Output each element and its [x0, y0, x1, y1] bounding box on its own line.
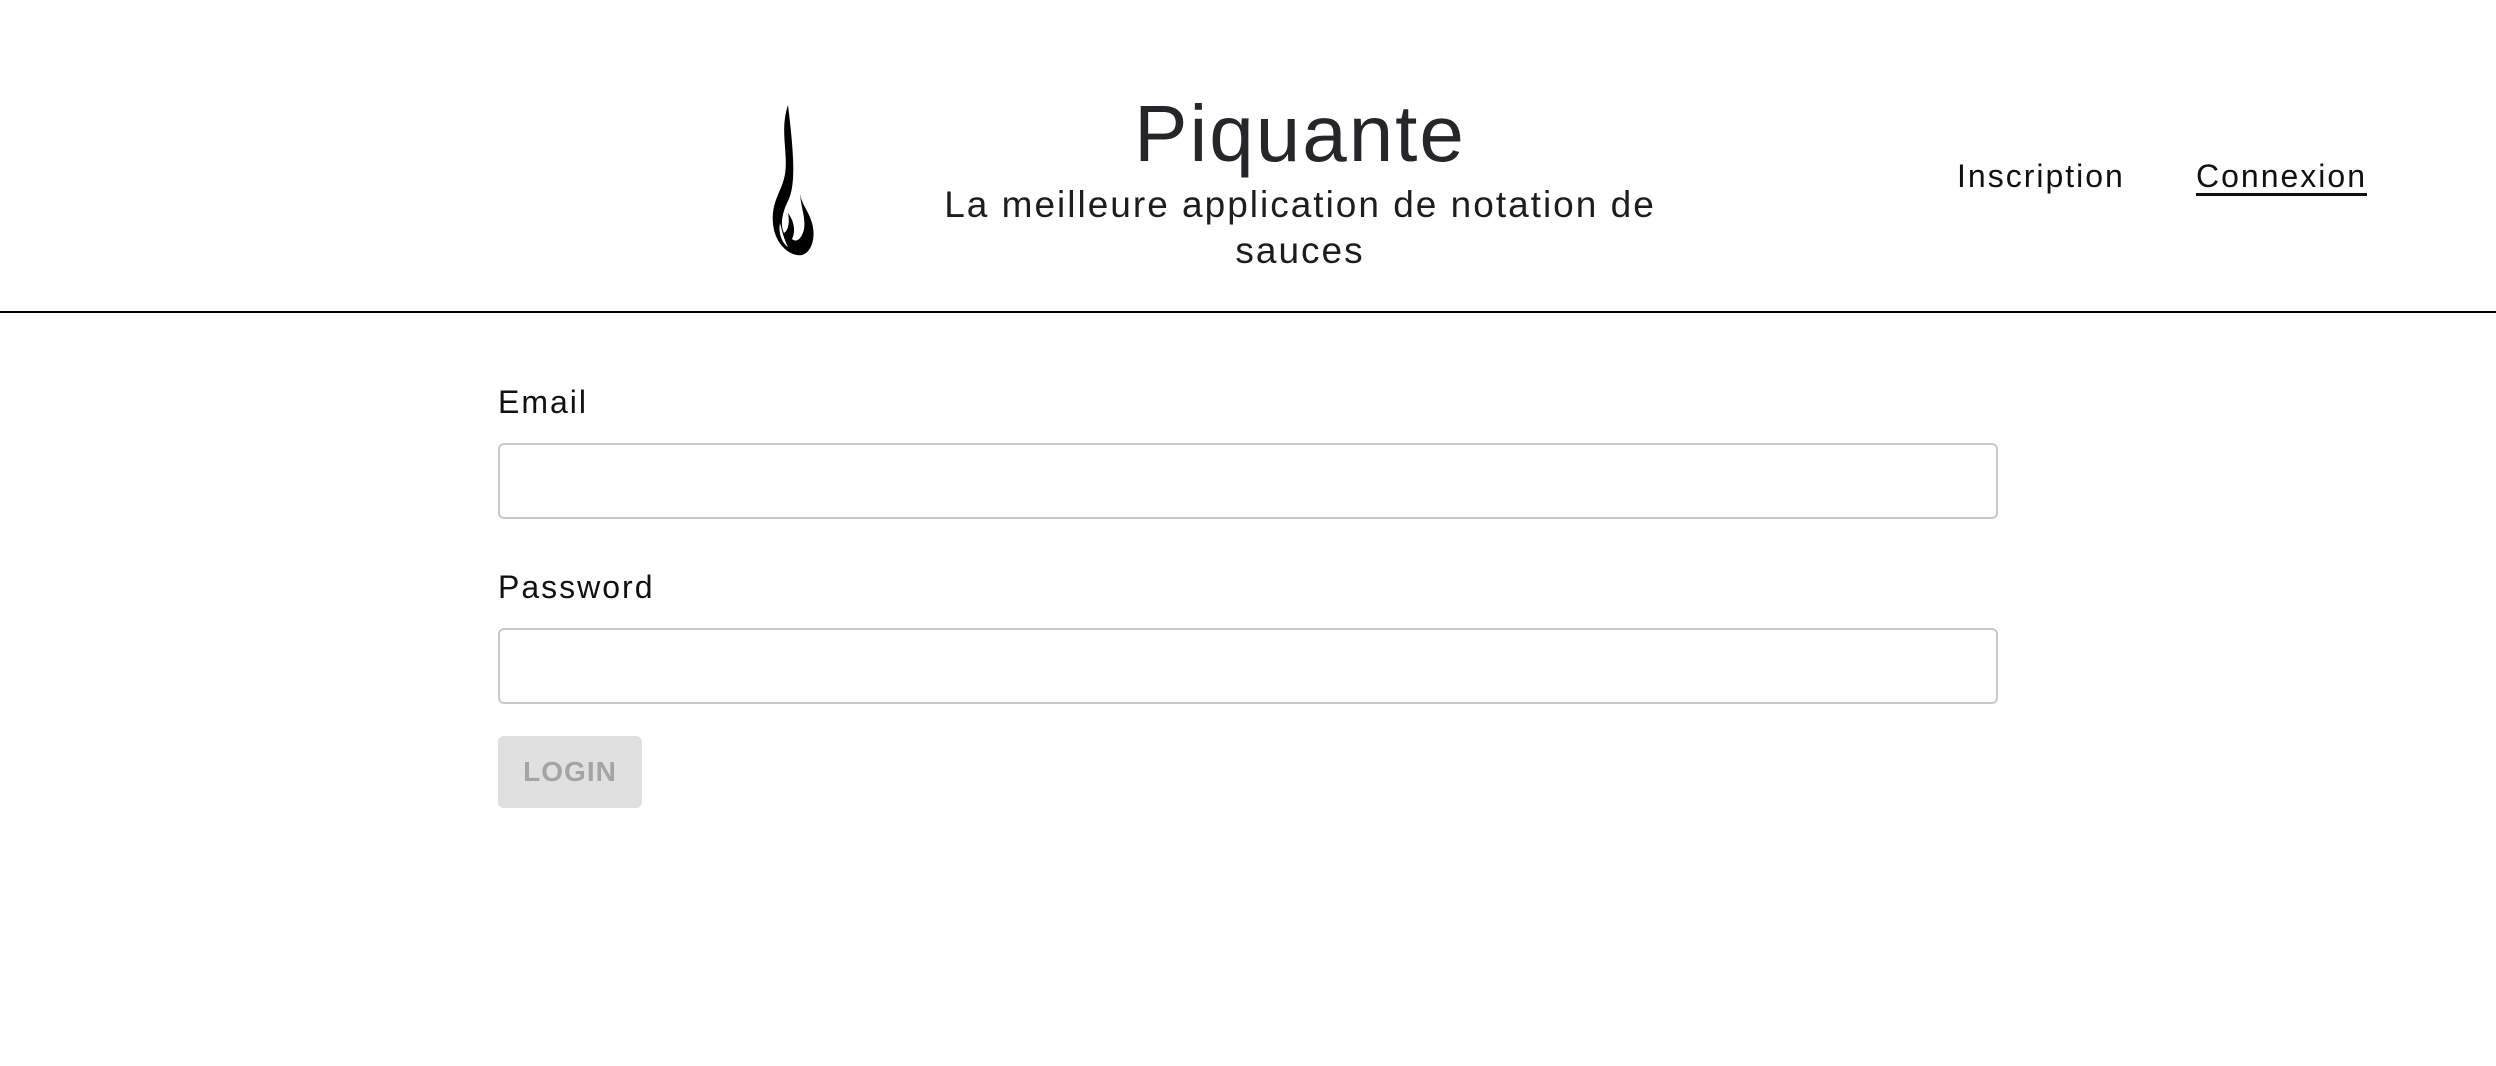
password-field[interactable]	[498, 628, 1998, 704]
app-title: Piquante	[1134, 89, 1466, 178]
app-header: Piquante La meilleure application de not…	[0, 0, 2496, 313]
app-subtitle: La meilleure application de notation de …	[944, 184, 1656, 271]
password-label: Password	[498, 569, 655, 605]
nav-signup-link[interactable]: Inscription	[1957, 158, 2125, 208]
title-block: Piquante La meilleure application de not…	[900, 86, 1700, 274]
login-form: Email Password LOGIN	[498, 382, 1998, 808]
email-label: Email	[498, 384, 589, 420]
email-field[interactable]	[498, 443, 1998, 519]
nav-login-link[interactable]: Connexion	[2196, 158, 2367, 208]
login-button[interactable]: LOGIN	[498, 736, 642, 808]
flame-icon	[770, 105, 814, 257]
